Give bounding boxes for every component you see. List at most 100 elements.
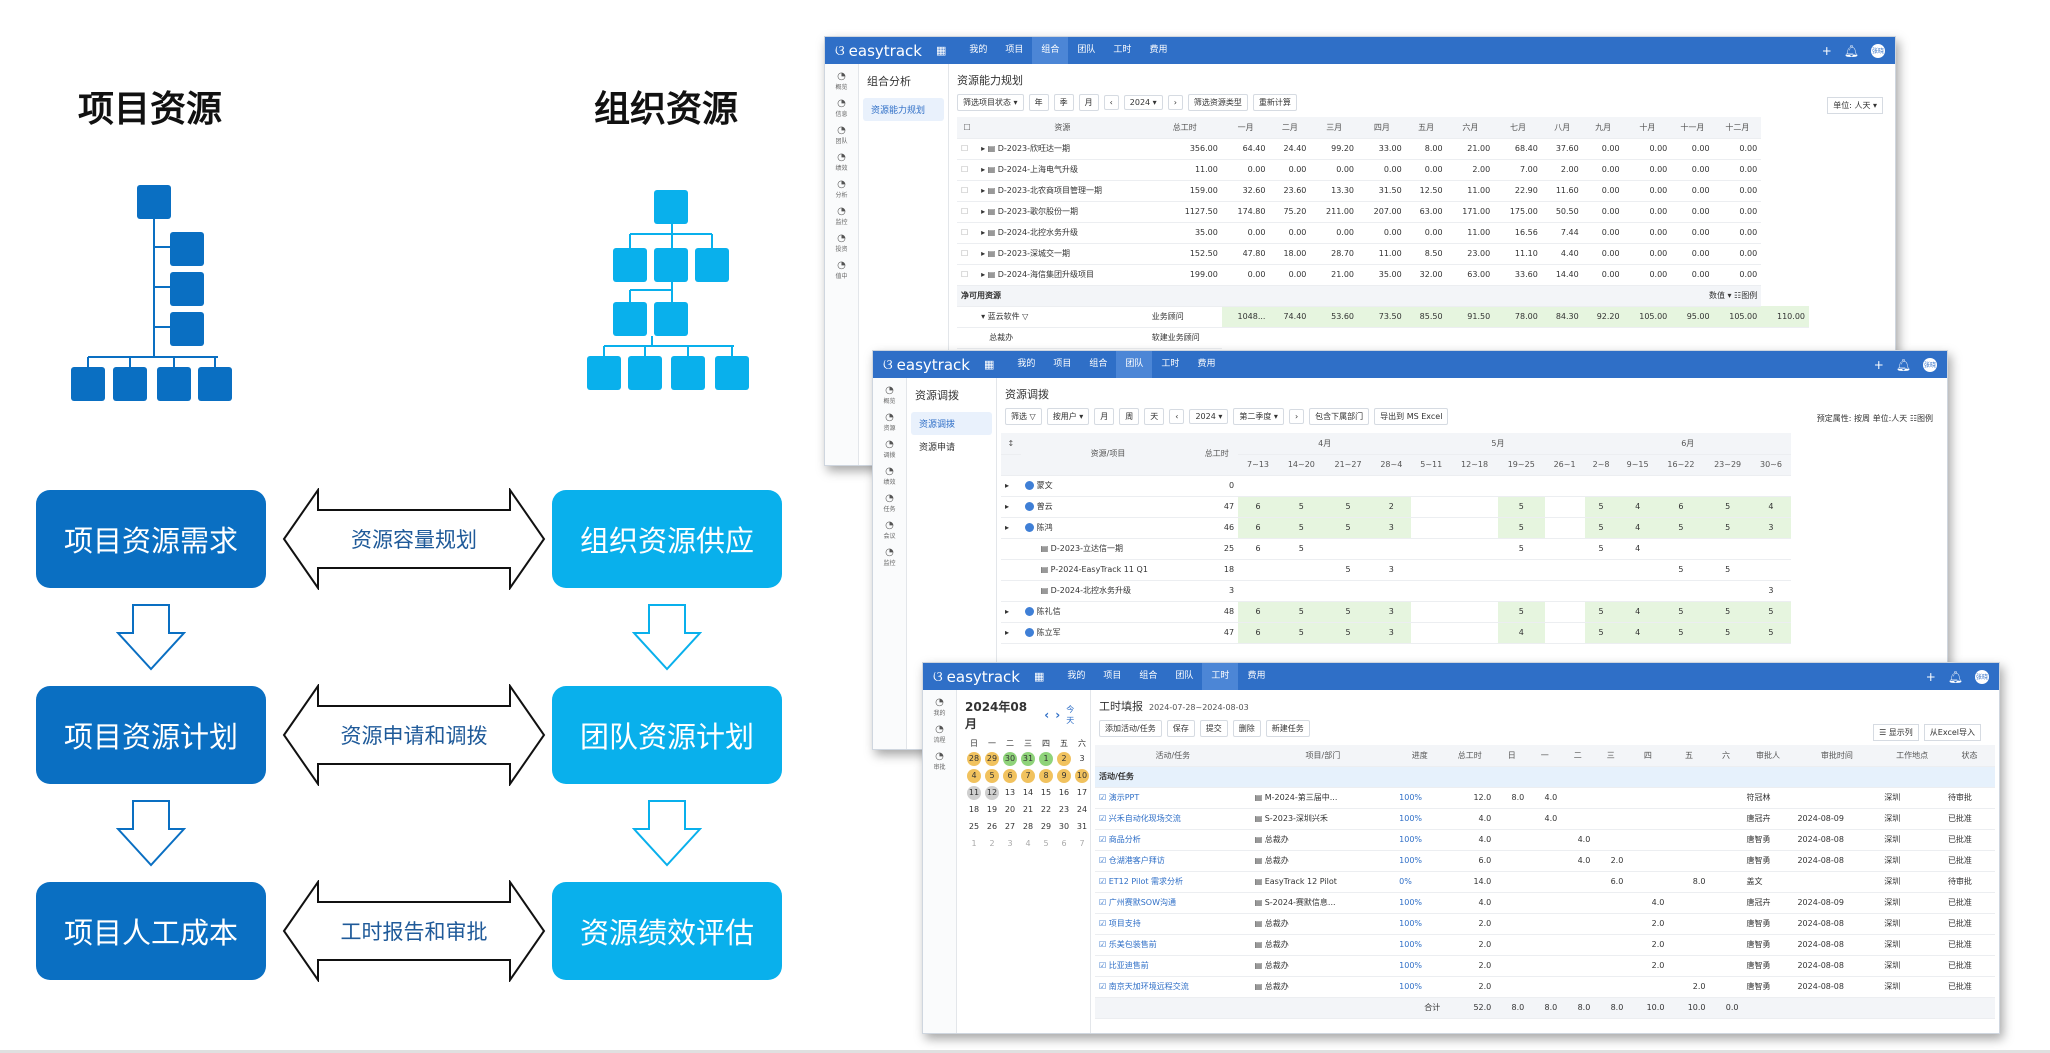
- toolbar-button[interactable]: 从Excel导入: [1923, 724, 1981, 741]
- table-row[interactable]: ☐ ▸ ▤ D-2023-北农商项目管理一期 159.00 32.60 23.60 13.…: [957, 180, 1809, 202]
- sidebar-item[interactable]: ◔ 审批: [923, 751, 956, 771]
- apps-grid-icon[interactable]: ▦: [936, 44, 946, 57]
- toolbar-button[interactable]: 导出到 MS Excel: [1374, 408, 1449, 425]
- calendar-day[interactable]: 28: [967, 752, 981, 766]
- table-row[interactable]: ☐ ▸ ▤ D-2023-歌尔股份一期 1127.50 174.80 75.20 211.…: [957, 201, 1809, 223]
- calendar-day[interactable]: 24: [1075, 803, 1089, 817]
- sidebar-item[interactable]: ◔ 概览: [825, 71, 858, 91]
- sidebar-item[interactable]: ◔ 概览: [873, 385, 906, 405]
- task-name[interactable]: ☑ 广州赛默SOW沟通: [1095, 892, 1251, 914]
- task-name[interactable]: ☑ 项目支持: [1095, 913, 1251, 935]
- avatar[interactable]: 张晓: [1923, 357, 1937, 372]
- calendar-day[interactable]: 12: [985, 786, 999, 800]
- toolbar-button[interactable]: ☰ 显示列: [1873, 724, 1919, 741]
- allocation-row[interactable]: ▸ 蒙文 0: [1001, 475, 1791, 497]
- calendar-day[interactable]: 13: [1003, 786, 1017, 800]
- calendar-day[interactable]: 3: [1003, 837, 1017, 851]
- expand-toggle[interactable]: [1001, 580, 1021, 602]
- sidebar-item[interactable]: ◔ 分析: [825, 179, 858, 199]
- toolbar-button[interactable]: 新建任务: [1265, 720, 1310, 737]
- sidebar-item[interactable]: ◔ 团队: [825, 125, 858, 145]
- toolbar-button[interactable]: 季: [1053, 94, 1074, 111]
- row-checkbox[interactable]: ☐: [957, 138, 978, 160]
- nav-tab[interactable]: 项目: [1094, 663, 1130, 690]
- calendar-day[interactable]: 29: [985, 752, 999, 766]
- avatar[interactable]: 张晓: [1871, 43, 1885, 58]
- toolbar-button[interactable]: 保存: [1166, 720, 1195, 737]
- calendar-day[interactable]: 1: [967, 837, 981, 851]
- project-name[interactable]: ▸ ▤ D-2023-北农商项目管理一期: [977, 180, 1148, 202]
- nav-tab[interactable]: 费用: [1238, 663, 1274, 690]
- calendar-day[interactable]: 28: [1021, 820, 1035, 834]
- calendar-day[interactable]: 25: [967, 820, 981, 834]
- project-name[interactable]: ▤ P-2024-EasyTrack 11 Q1: [1020, 559, 1196, 581]
- calendar-day[interactable]: 15: [1039, 786, 1053, 800]
- calendar-day[interactable]: 10: [1075, 769, 1089, 783]
- allocation-row[interactable]: ▸ 陈礼信 48 6 5 5 3 5 5 4 5 5 5: [1001, 601, 1791, 623]
- task-name[interactable]: ☑ 兴禾自动化现场交流: [1095, 808, 1251, 830]
- allocation-row[interactable]: ▤ D-2024-北控水务升级 3 3: [1001, 580, 1791, 602]
- toolbar-button[interactable]: ‹: [1103, 95, 1119, 110]
- person-name[interactable]: 曾云: [1020, 496, 1196, 518]
- calendar-day[interactable]: 6: [1003, 769, 1017, 783]
- calendar-day[interactable]: 14: [1021, 786, 1035, 800]
- sidebar-item[interactable]: ◔ 绩效: [873, 466, 906, 486]
- calendar-day[interactable]: 9: [1057, 769, 1071, 783]
- avatar[interactable]: 张晓: [1975, 669, 1989, 684]
- project-name[interactable]: ▤ D-2024-北控水务升级: [1020, 580, 1196, 602]
- timesheet-row[interactable]: ☑ 乐美包装售前 ▤ 总裁办 100% 2.0 2.0 唐智勇 2024-08-08 深圳 已批…: [1095, 934, 1995, 956]
- resource-row[interactable]: ▾ 蓝云软件 ▽ 业务顾问 1048... 74.40 53.60 73.50 85.50 9…: [957, 306, 1809, 328]
- expand-cell[interactable]: [957, 306, 978, 328]
- toolbar-button[interactable]: ›: [1288, 409, 1305, 424]
- person-name[interactable]: 蒙文: [1020, 475, 1196, 497]
- add-icon[interactable]: +: [1822, 44, 1832, 58]
- task-name[interactable]: ☑ 乐美包装售前: [1095, 934, 1251, 956]
- project-name[interactable]: ▸ ▤ D-2023-欣旺达一期: [977, 138, 1148, 160]
- toolbar-button[interactable]: 添加活动/任务: [1099, 720, 1162, 737]
- toolbar-button[interactable]: 天: [1144, 408, 1165, 425]
- calendar-day[interactable]: 6: [1057, 837, 1071, 851]
- toolbar-button[interactable]: 2024 ▾: [1123, 95, 1163, 110]
- person-name[interactable]: 陈立军: [1020, 622, 1196, 644]
- calendar-day[interactable]: 7: [1075, 837, 1089, 851]
- timesheet-row[interactable]: ☑ 兴禾自动化现场交流 ▤ S-2023-深圳兴禾 100% 4.0 4.0 唐冠卉 202…: [1095, 808, 1995, 830]
- project-name[interactable]: ▸ ▤ D-2024-北控水务升级: [977, 222, 1148, 244]
- toolbar-button[interactable]: 提交: [1199, 720, 1228, 737]
- sidebar-item[interactable]: ◔ 会议: [873, 520, 906, 540]
- toolbar-button[interactable]: 第二季度 ▾: [1233, 408, 1284, 425]
- sub-nav-item-allocation[interactable]: 资源调拨: [911, 412, 992, 435]
- expand-toggle[interactable]: ▸: [1001, 622, 1021, 644]
- today-link[interactable]: 今天: [1066, 704, 1082, 726]
- toolbar-button[interactable]: 筛选 ▽: [1005, 408, 1042, 425]
- nav-tab[interactable]: 费用: [1188, 351, 1224, 378]
- nav-tab[interactable]: 工时: [1202, 663, 1239, 690]
- sidebar-item[interactable]: ◔ 信息: [825, 98, 858, 118]
- nav-tab[interactable]: 我的: [1008, 351, 1044, 378]
- calendar-day[interactable]: 4: [967, 769, 981, 783]
- bell-icon[interactable]: 🔔︎: [1844, 44, 1859, 58]
- calendar-day[interactable]: 27: [1003, 820, 1017, 834]
- toolbar-button[interactable]: 删除: [1232, 720, 1261, 737]
- toolbar-button[interactable]: ‹: [1169, 409, 1185, 424]
- nav-tab[interactable]: 项目: [1044, 351, 1080, 378]
- expand-toggle[interactable]: ▸: [1001, 601, 1021, 623]
- timesheet-row[interactable]: ☑ 南京天加环境远程交流 ▤ 总裁办 100% 2.0 2.0 唐智勇 2024-08-08…: [1095, 976, 1995, 998]
- calendar-day[interactable]: 21: [1021, 803, 1035, 817]
- nav-tab[interactable]: 组合: [1032, 37, 1069, 64]
- add-icon[interactable]: +: [1874, 358, 1884, 372]
- row-checkbox[interactable]: ☐: [957, 159, 978, 181]
- sidebar-item[interactable]: ◔ 监控: [825, 206, 858, 226]
- calendar-day[interactable]: 2: [1057, 752, 1071, 766]
- bell-icon[interactable]: 🔔︎: [1896, 358, 1911, 372]
- calendar-day[interactable]: 1: [1039, 752, 1053, 766]
- person-name[interactable]: 陈礼信: [1020, 601, 1196, 623]
- toolbar-button[interactable]: 周: [1119, 408, 1140, 425]
- task-name[interactable]: ☑ 演示PPT: [1095, 787, 1251, 809]
- task-name[interactable]: ☑ 南京天加环境远程交流: [1095, 976, 1251, 998]
- sidebar-item[interactable]: ◔ 值中: [825, 260, 858, 280]
- prev-month-icon[interactable]: ‹: [1044, 708, 1049, 722]
- calendar-day[interactable]: 4: [1021, 837, 1035, 851]
- toolbar-button[interactable]: 筛选资源类型: [1187, 94, 1248, 111]
- toolbar-button[interactable]: 按用户 ▾: [1046, 408, 1090, 425]
- calendar-day[interactable]: 3: [1075, 752, 1089, 766]
